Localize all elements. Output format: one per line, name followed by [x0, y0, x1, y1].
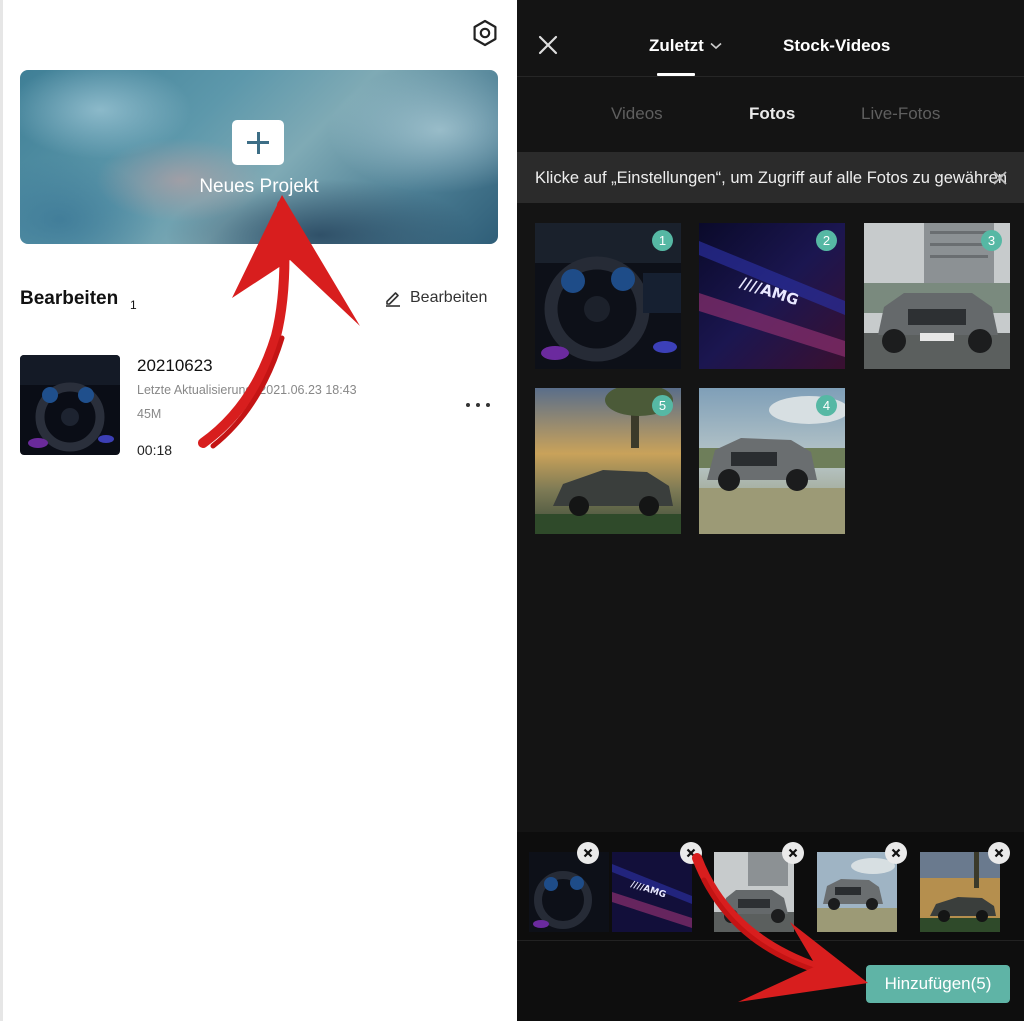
more-options-button[interactable] — [464, 400, 492, 410]
permission-notice[interactable]: Klicke auf „Einstellungen“, um Zugriff a… — [517, 152, 1024, 203]
project-name: 20210623 — [137, 356, 213, 375]
settings-icon — [473, 19, 497, 47]
project-duration: 00:18 — [137, 442, 173, 458]
permission-notice-text: Klicke auf „Einstellungen“, um Zugriff a… — [535, 169, 1008, 187]
tab-recent-label: Zuletzt — [649, 36, 704, 55]
close-icon — [994, 848, 1004, 858]
selection-badge: 2 — [816, 230, 837, 251]
project-size: 45M — [137, 407, 162, 421]
close-icon — [993, 171, 1007, 185]
photo-tile[interactable]: 4 — [699, 388, 845, 534]
selection-badge: 4 — [816, 395, 837, 416]
close-icon — [583, 848, 593, 858]
photo-tile[interactable]: 3 — [864, 223, 1010, 369]
project-count: 1 — [130, 298, 137, 312]
close-icon — [686, 848, 696, 858]
remove-selection-button[interactable] — [885, 842, 907, 864]
add-selected-button[interactable]: Hinzufügen(5) — [866, 965, 1010, 1003]
project-list-item[interactable]: 20210623 Letzte Aktualisierung: 2021.06.… — [20, 355, 498, 460]
divider — [517, 76, 1024, 77]
selection-tray: ////AMG — [517, 832, 1024, 940]
plus-icon — [232, 120, 284, 165]
subtab-photos[interactable]: Fotos — [749, 104, 795, 124]
tab-recent[interactable]: Zuletzt — [649, 36, 722, 56]
subtab-videos[interactable]: Videos — [611, 104, 663, 124]
photo-tile[interactable]: 5 — [535, 388, 681, 534]
project-last-updated: Letzte Aktualisierung: 2021.06.23 18:43 — [137, 383, 357, 397]
section-title: Bearbeiten — [20, 288, 119, 309]
close-icon — [891, 848, 901, 858]
new-project-label: Neues Projekt — [199, 176, 319, 197]
selection-badge: 5 — [652, 395, 673, 416]
close-button[interactable] — [537, 34, 559, 56]
selected-thumbnail[interactable] — [817, 852, 897, 932]
panel-edge — [0, 0, 3, 1021]
new-project-button[interactable]: Neues Projekt — [20, 70, 498, 244]
remove-selection-button[interactable] — [577, 842, 599, 864]
chevron-down-icon — [710, 42, 722, 50]
selected-thumbnail[interactable] — [920, 852, 1000, 932]
remove-selection-button[interactable] — [680, 842, 702, 864]
remove-selection-button[interactable] — [988, 842, 1010, 864]
close-icon — [538, 35, 558, 55]
project-thumbnail[interactable] — [20, 355, 120, 455]
subtab-live-photos[interactable]: Live-Fotos — [861, 104, 940, 124]
selected-thumbnail[interactable]: ////AMG — [612, 852, 692, 932]
remove-selection-button[interactable] — [782, 842, 804, 864]
bottom-bar: Hinzufügen(5) — [517, 941, 1024, 1021]
edit-label: Bearbeiten — [410, 289, 488, 306]
selected-thumbnail[interactable] — [529, 852, 609, 932]
projects-panel: Neues Projekt Bearbeiten 1 Bearbeiten 20… — [0, 0, 517, 1021]
notice-close-button[interactable] — [990, 168, 1010, 188]
tab-stock-videos[interactable]: Stock-Videos — [783, 36, 890, 56]
settings-button[interactable] — [470, 18, 500, 48]
pencil-icon — [386, 292, 400, 307]
photo-tile[interactable]: 1 — [535, 223, 681, 369]
selection-badge: 1 — [652, 230, 673, 251]
selected-thumbnail[interactable] — [714, 852, 794, 932]
close-icon — [788, 848, 798, 858]
media-picker-panel: Zuletzt Stock-Videos Videos Fotos Live-F… — [517, 0, 1024, 1021]
photo-tile[interactable]: ////AMG 2 — [699, 223, 845, 369]
selection-badge: 3 — [981, 230, 1002, 251]
edit-button[interactable]: Bearbeiten — [384, 289, 487, 307]
